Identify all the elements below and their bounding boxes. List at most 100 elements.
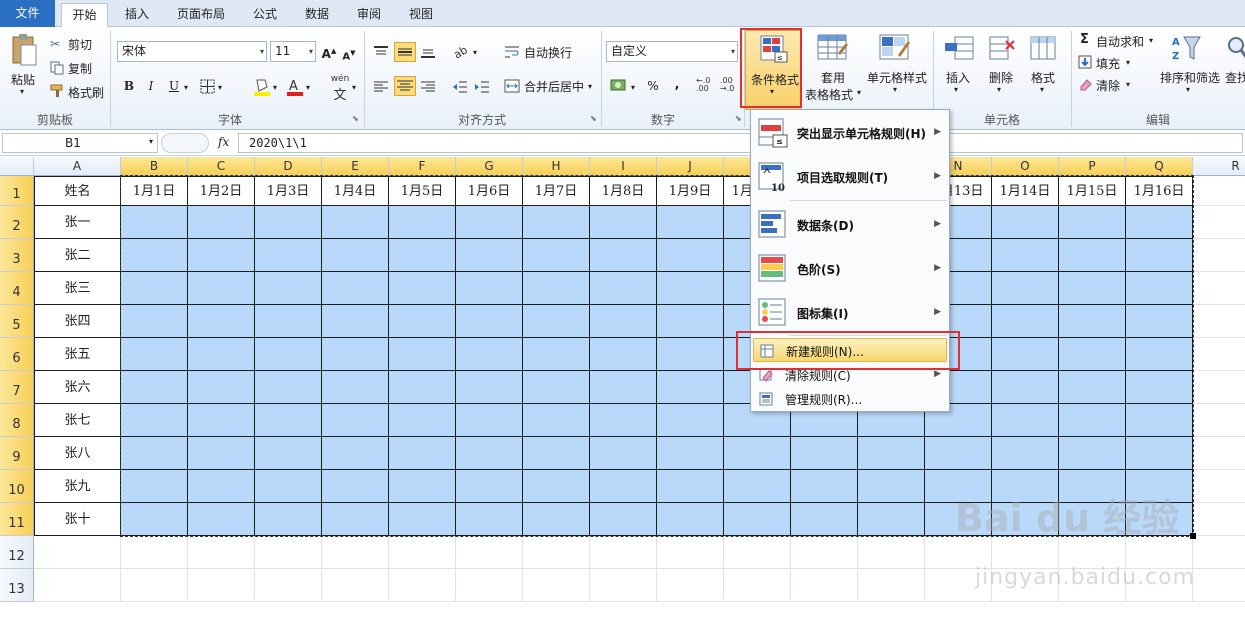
row-header[interactable]: 12 bbox=[0, 536, 34, 569]
increase-decimal-icon[interactable]: ←.0.00 bbox=[696, 77, 710, 93]
cell[interactable] bbox=[992, 305, 1059, 338]
cell[interactable] bbox=[858, 437, 925, 470]
cell-date-header[interactable]: 1月5日 bbox=[389, 176, 456, 206]
cell[interactable] bbox=[121, 503, 188, 536]
cell[interactable] bbox=[925, 437, 992, 470]
cell[interactable] bbox=[188, 272, 255, 305]
cell[interactable] bbox=[1126, 437, 1193, 470]
cell[interactable] bbox=[121, 470, 188, 503]
cell[interactable] bbox=[121, 371, 188, 404]
fill-button[interactable]: 填充 bbox=[1096, 55, 1120, 72]
border-icon[interactable] bbox=[200, 79, 216, 95]
cell[interactable] bbox=[791, 536, 858, 569]
cell[interactable] bbox=[456, 305, 523, 338]
cell[interactable] bbox=[657, 371, 724, 404]
cell[interactable] bbox=[523, 503, 590, 536]
cell[interactable] bbox=[992, 239, 1059, 272]
orientation-dropdown-icon[interactable]: ▾ bbox=[473, 48, 477, 57]
column-header[interactable]: O bbox=[992, 157, 1059, 176]
number-format-select[interactable]: 自定义 ▾ bbox=[606, 41, 738, 62]
paste-button[interactable]: 粘贴 bbox=[11, 71, 35, 88]
cell[interactable] bbox=[523, 206, 590, 239]
format-dropdown-icon[interactable]: ▾ bbox=[1040, 85, 1044, 94]
font-color-dropdown-icon[interactable]: ▾ bbox=[306, 83, 310, 92]
cell[interactable] bbox=[724, 569, 791, 602]
row-header[interactable]: 4 bbox=[0, 272, 34, 305]
column-header[interactable]: I bbox=[590, 157, 657, 176]
cell[interactable] bbox=[724, 437, 791, 470]
tab-review[interactable]: 审阅 bbox=[349, 3, 389, 27]
cell[interactable] bbox=[389, 239, 456, 272]
align-center-button[interactable] bbox=[394, 76, 416, 96]
cell[interactable] bbox=[255, 569, 322, 602]
cell[interactable] bbox=[255, 536, 322, 569]
phonetic-dropdown-icon[interactable]: ▾ bbox=[352, 83, 356, 92]
comma-style-button[interactable]: , bbox=[667, 74, 687, 94]
cell[interactable] bbox=[389, 470, 456, 503]
paste-dropdown-icon[interactable]: ▾ bbox=[20, 87, 24, 96]
cell[interactable] bbox=[791, 437, 858, 470]
cell[interactable] bbox=[1126, 272, 1193, 305]
alignment-dialog-launcher-icon[interactable]: ⬊ bbox=[590, 114, 597, 123]
cell[interactable] bbox=[121, 239, 188, 272]
cell[interactable] bbox=[590, 338, 657, 371]
cell[interactable] bbox=[188, 239, 255, 272]
fill-dropdown-icon[interactable]: ▾ bbox=[1126, 58, 1130, 67]
cell[interactable] bbox=[1193, 176, 1245, 206]
cell[interactable] bbox=[657, 569, 724, 602]
column-header[interactable]: F bbox=[389, 157, 456, 176]
cell[interactable] bbox=[590, 305, 657, 338]
cell[interactable] bbox=[255, 371, 322, 404]
fill-handle[interactable] bbox=[1190, 533, 1196, 539]
cell[interactable] bbox=[188, 206, 255, 239]
sort-filter-dropdown-icon[interactable]: ▾ bbox=[1186, 85, 1190, 94]
cell-name[interactable]: 张三 bbox=[34, 272, 121, 305]
cell[interactable] bbox=[188, 536, 255, 569]
cell[interactable] bbox=[121, 404, 188, 437]
tab-view[interactable]: 视图 bbox=[401, 3, 441, 27]
increase-indent-icon[interactable] bbox=[474, 80, 490, 94]
cell[interactable] bbox=[523, 371, 590, 404]
cell[interactable] bbox=[456, 470, 523, 503]
sort-filter-button[interactable]: 排序和筛选 bbox=[1160, 69, 1220, 86]
cell[interactable] bbox=[992, 437, 1059, 470]
cell[interactable] bbox=[322, 404, 389, 437]
border-dropdown-icon[interactable]: ▾ bbox=[218, 83, 222, 92]
cell[interactable] bbox=[657, 305, 724, 338]
cell-date-header[interactable]: 1月2日 bbox=[188, 176, 255, 206]
cell-date-header[interactable]: 1月4日 bbox=[322, 176, 389, 206]
cell[interactable] bbox=[523, 338, 590, 371]
delete-dropdown-icon[interactable]: ▾ bbox=[997, 85, 1001, 94]
formula-bar-resize-handle[interactable] bbox=[161, 133, 209, 153]
row-header[interactable]: 6 bbox=[0, 338, 34, 371]
cell[interactable] bbox=[523, 305, 590, 338]
cell[interactable] bbox=[1193, 437, 1245, 470]
cell-name[interactable]: 张六 bbox=[34, 371, 121, 404]
cell[interactable] bbox=[724, 503, 791, 536]
format-as-table-dropdown-icon[interactable]: ▾ bbox=[857, 88, 861, 97]
row-header[interactable]: 11 bbox=[0, 503, 34, 536]
cell[interactable] bbox=[791, 503, 858, 536]
cell[interactable] bbox=[255, 503, 322, 536]
cell[interactable] bbox=[1193, 305, 1245, 338]
formula-input[interactable]: 2020\1\1 bbox=[238, 133, 1243, 153]
cell[interactable] bbox=[1059, 305, 1126, 338]
insert-dropdown-icon[interactable]: ▾ bbox=[954, 85, 958, 94]
cell[interactable] bbox=[590, 437, 657, 470]
cell-date-header[interactable]: 1月7日 bbox=[523, 176, 590, 206]
format-as-table-label-2[interactable]: 表格格式 bbox=[805, 86, 853, 103]
worksheet-grid[interactable]: ABCDEFGHIJKLMNOPQR1姓名1月1日1月2日1月3日1月4日1月5… bbox=[0, 157, 1245, 619]
column-header[interactable]: D bbox=[255, 157, 322, 176]
cell[interactable] bbox=[255, 338, 322, 371]
cell[interactable] bbox=[590, 239, 657, 272]
cell[interactable] bbox=[590, 371, 657, 404]
cell[interactable] bbox=[456, 536, 523, 569]
insert-button[interactable]: 插入 bbox=[946, 69, 970, 86]
cell[interactable] bbox=[456, 404, 523, 437]
cell[interactable] bbox=[322, 437, 389, 470]
row-header[interactable]: 10 bbox=[0, 470, 34, 503]
cell[interactable] bbox=[858, 470, 925, 503]
cell[interactable] bbox=[322, 371, 389, 404]
tab-data[interactable]: 数据 bbox=[297, 3, 337, 27]
cell[interactable] bbox=[1059, 239, 1126, 272]
